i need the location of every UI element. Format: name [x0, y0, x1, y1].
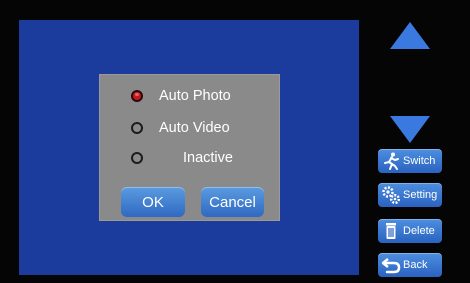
back-button[interactable]: Back: [378, 253, 442, 277]
option-inactive[interactable]: Inactive: [131, 147, 271, 169]
delete-button[interactable]: Delete: [378, 219, 442, 243]
arrow-down-icon[interactable]: [390, 116, 430, 143]
setting-label: Setting: [403, 189, 438, 201]
running-person-icon: [384, 152, 399, 170]
ok-button[interactable]: OK: [121, 187, 185, 217]
switch-label: Switch: [403, 155, 436, 167]
switch-button[interactable]: Switch: [378, 149, 442, 173]
radio-unselected-icon[interactable]: [131, 152, 143, 164]
return-arrow-icon: [381, 258, 401, 274]
option-auto-video[interactable]: Auto Video: [131, 117, 271, 139]
delete-label: Delete: [403, 225, 435, 237]
option-label: Auto Photo: [159, 88, 231, 104]
option-label: Inactive: [183, 150, 233, 166]
back-label: Back: [403, 259, 428, 271]
option-auto-photo[interactable]: Auto Photo: [131, 85, 271, 107]
gears-icon: [382, 186, 401, 205]
setting-button[interactable]: Setting: [378, 183, 442, 207]
cancel-button[interactable]: Cancel: [201, 187, 264, 217]
option-label: Auto Video: [159, 120, 230, 136]
radio-selected-icon[interactable]: [131, 90, 143, 102]
arrow-up-icon[interactable]: [390, 22, 430, 49]
trash-icon: [386, 223, 396, 239]
radio-unselected-icon[interactable]: [131, 122, 143, 134]
capture-mode-dialog: Auto Photo Auto Video Inactive OK Cancel: [99, 74, 280, 221]
